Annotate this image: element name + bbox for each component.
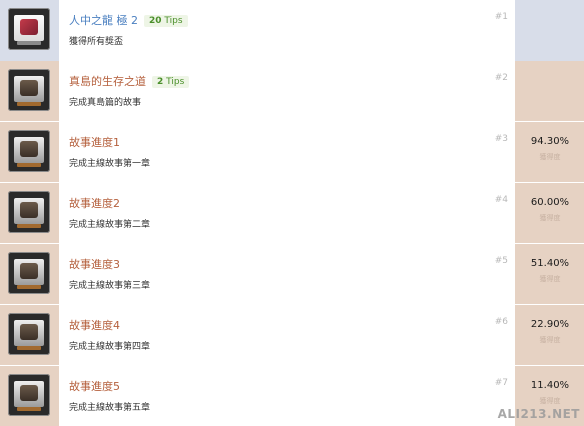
achievement-description: 完成主線故事第四章 xyxy=(69,342,151,352)
achievement-description: 完成主線故事第二章 xyxy=(69,220,151,230)
achievement-row-5[interactable]: 故事進度3 完成主線故事第三章 #5 51.40% 獲得度 xyxy=(0,244,584,305)
completion-label: 獲得度 xyxy=(539,275,561,283)
achievement-title[interactable]: 故事進度4 xyxy=(69,317,120,333)
row-right-strip xyxy=(515,0,584,61)
achievement-row-6[interactable]: 故事進度4 完成主線故事第四章 #6 22.90% 獲得度 xyxy=(0,305,584,366)
completion-percent: 60.00% xyxy=(530,197,570,208)
achievement-number: #2 xyxy=(494,73,508,83)
achievement-title[interactable]: 故事進度5 xyxy=(69,378,120,394)
tips-badge[interactable]: 20 Tips xyxy=(144,15,188,27)
achievement-number: #5 xyxy=(494,256,508,266)
completion-label: 獲得度 xyxy=(539,397,561,405)
trophy-icon xyxy=(8,252,50,294)
achievement-title[interactable]: 故事進度2 xyxy=(69,195,120,211)
achievement-description: 獲得所有獎盃 xyxy=(69,37,124,47)
achievement-number: #6 xyxy=(494,317,508,327)
trophy-icon xyxy=(8,130,50,172)
achievement-row-4[interactable]: 故事進度2 完成主線故事第二章 #4 60.00% 獲得度 xyxy=(0,183,584,244)
trophy-icon xyxy=(8,374,50,416)
completion-percent: 94.30% xyxy=(530,136,570,147)
achievement-description: 完成真島篇的故事 xyxy=(69,98,142,108)
achievement-title[interactable]: 人中之龍 極 2 20 Tips xyxy=(69,12,188,28)
completion-label: 獲得度 xyxy=(539,214,561,222)
achievement-description: 完成主線故事第一章 xyxy=(69,159,151,169)
tips-badge[interactable]: 2 Tips xyxy=(152,76,190,88)
achievement-title[interactable]: 故事進度3 xyxy=(69,256,120,272)
achievement-title[interactable]: 故事進度1 xyxy=(69,134,120,150)
trophy-icon xyxy=(8,69,50,111)
completion-label: 獲得度 xyxy=(539,336,561,344)
site-watermark: ALI213.NET xyxy=(497,407,580,421)
completion-percent: 11.40% xyxy=(530,380,570,391)
achievement-number: #7 xyxy=(494,378,508,388)
achievement-row-3[interactable]: 故事進度1 完成主線故事第一章 #3 94.30% 獲得度 xyxy=(0,122,584,183)
achievement-description: 完成主線故事第三章 xyxy=(69,281,151,291)
achievement-title[interactable]: 真島的生存之道 2 Tips xyxy=(69,73,190,89)
trophy-icon xyxy=(8,191,50,233)
achievement-row-2[interactable]: 真島的生存之道 2 Tips 完成真島篇的故事 #2 xyxy=(0,61,584,122)
completion-percent: 22.90% xyxy=(530,319,570,330)
trophy-icon xyxy=(8,313,50,355)
achievement-description: 完成主線故事第五章 xyxy=(69,403,151,413)
achievement-row-1[interactable]: 人中之龍 極 2 20 Tips 獲得所有獎盃 #1 xyxy=(0,0,584,62)
achievement-number: #3 xyxy=(494,134,508,144)
achievement-number: #1 xyxy=(494,12,508,22)
achievement-number: #4 xyxy=(494,195,508,205)
completion-percent: 51.40% xyxy=(530,258,570,269)
row-right-strip xyxy=(515,61,584,121)
platinum-trophy-icon xyxy=(8,8,50,50)
completion-label: 獲得度 xyxy=(539,153,561,161)
achievement-row-7[interactable]: 故事進度5 完成主線故事第五章 #7 11.40% 獲得度 xyxy=(0,366,584,426)
